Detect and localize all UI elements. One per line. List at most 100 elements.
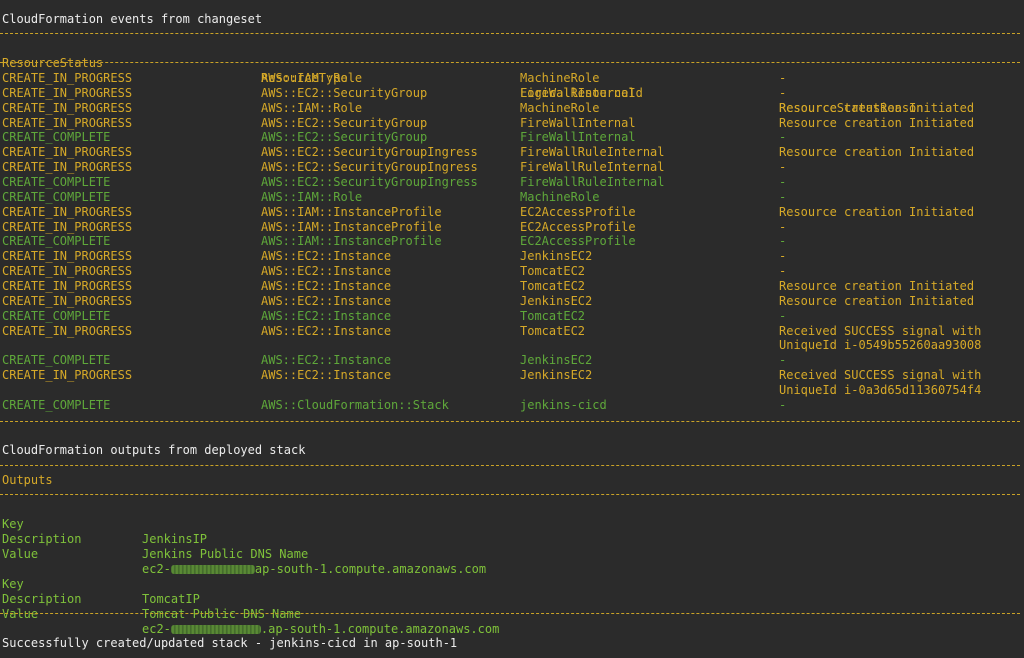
outputs-title: CloudFormation outputs from deployed sta… — [2, 443, 306, 457]
table-row: CREATE_IN_PROGRESS AWS::IAM::InstanceProf… — [2, 220, 1020, 235]
output-key-row: Key TomcatIP — [2, 562, 1020, 606]
table-row: CREATE_COMPLETE AWS::EC2::SecurityGroupIn… — [2, 175, 1020, 190]
cell-resource-type: AWS::IAM::InstanceProfile — [261, 234, 442, 249]
cell-resource-type: AWS::EC2::Instance — [261, 249, 392, 264]
cell-resource-status: CREATE_IN_PROGRESS — [2, 115, 133, 130]
table-row: CREATE_COMPLETE AWS::EC2::Instance Jenkins… — [2, 353, 1020, 368]
cell-status-reason: - — [779, 397, 787, 412]
cell-resource-status: CREATE_COMPLETE — [2, 397, 111, 412]
cell-resource-type: AWS::EC2::SecurityGroup — [261, 115, 428, 130]
cell-status-reason: Resource creation Initiated — [779, 278, 975, 293]
output-value: ec2- .ap-south-1.compute.amazonaws.com — [142, 622, 499, 637]
table-row: CREATE_IN_PROGRESS AWS::EC2::Instance Tomc… — [2, 264, 1020, 279]
cell-status-reason: - — [779, 85, 787, 100]
table-row: CREATE_COMPLETE AWS::IAM::Role MachineRole… — [2, 190, 1020, 205]
cell-resource-type: AWS::EC2::Instance — [261, 368, 392, 382]
output-value-label: Value — [2, 547, 39, 561]
table-row: CREATE_IN_PROGRESS AWS::EC2::Instance Jenk… — [2, 368, 1020, 383]
cell-resource-type: AWS::EC2::SecurityGroupIngress — [261, 160, 478, 175]
cell-status-reason: Received SUCCESS signal with — [779, 323, 982, 338]
cell-logical-resource-id: JenkinsEC2 — [520, 293, 593, 308]
cell-status-reason: - — [779, 234, 787, 249]
cell-status-reason: - — [779, 264, 787, 278]
cell-resource-status: CREATE_IN_PROGRESS — [2, 264, 133, 278]
cell-logical-resource-id: jenkins-cicd — [520, 397, 607, 412]
table-row: CREATE_IN_PROGRESS AWS::EC2::Instance Tomc… — [2, 279, 1020, 294]
table-row-continuation: UniqueId i-0a3d65d11360754f4 — [2, 383, 1020, 398]
table-row: CREATE_IN_PROGRESS AWS::EC2::Instance Jenk… — [2, 294, 1020, 309]
cell-logical-resource-id: JenkinsEC2 — [520, 249, 593, 264]
cell-resource-type: AWS::EC2::Instance — [261, 353, 392, 368]
table-row: CREATE_IN_PROGRESS AWS::EC2::Instance Jenk… — [2, 249, 1020, 264]
cell-resource-status: CREATE_IN_PROGRESS — [2, 249, 133, 264]
cell-resource-type: AWS::IAM::Role — [261, 100, 363, 115]
cell-resource-status: CREATE_IN_PROGRESS — [2, 100, 133, 115]
cell-resource-status: CREATE_COMPLETE — [2, 234, 111, 249]
events-header-row: ResourceStatus ResourceType LogicalResou… — [2, 41, 1020, 115]
cell-resource-status: CREATE_COMPLETE — [2, 308, 111, 323]
output-value-label: Value — [2, 607, 39, 621]
outputs-header: Outputs — [2, 473, 53, 487]
cell-logical-resource-id: FireWallInternal — [520, 115, 636, 130]
cell-status-reason: Resource creation Initiated — [779, 293, 975, 308]
cell-status-reason: - — [779, 130, 787, 145]
cell-logical-resource-id: MachineRole — [520, 100, 600, 115]
cell-resource-status: CREATE_COMPLETE — [2, 130, 111, 145]
table-row: CREATE_IN_PROGRESS AWS::EC2::SecurityGrou… — [2, 116, 1020, 131]
dashed-divider — [0, 33, 1020, 34]
redacted-ip — [170, 625, 261, 634]
cell-logical-resource-id: TomcatEC2 — [520, 308, 586, 323]
dashed-divider — [0, 494, 1020, 495]
cell-status-reason: - — [779, 249, 787, 264]
cell-resource-type: AWS::EC2::SecurityGroupIngress — [261, 174, 478, 189]
cell-resource-type: AWS::IAM::Role — [261, 189, 363, 204]
cell-logical-resource-id: FireWallInternal — [520, 85, 636, 100]
cell-resource-status: CREATE_IN_PROGRESS — [2, 204, 133, 219]
cell-status-reason: - — [779, 308, 787, 323]
cell-resource-status: CREATE_COMPLETE — [2, 189, 111, 204]
cell-resource-type: AWS::EC2::Instance — [261, 264, 392, 278]
output-key-row: Key JenkinsIP — [2, 502, 1020, 546]
cell-resource-type: AWS::IAM::InstanceProfile — [261, 204, 442, 219]
table-row: CREATE_COMPLETE AWS::EC2::SecurityGroup Fi… — [2, 130, 1020, 145]
dashed-divider — [0, 421, 1020, 422]
output-value-row: Value ec2- .ap-south-1.compute.amazonaws.… — [2, 592, 1020, 636]
cell-logical-resource-id: TomcatEC2 — [520, 264, 586, 278]
dashed-divider — [0, 465, 1020, 466]
output-value-prefix: ec2- — [142, 622, 171, 636]
cell-status-reason: Resource creation Initiated — [779, 100, 975, 115]
cell-resource-status: CREATE_IN_PROGRESS — [2, 219, 133, 234]
table-row-continuation: UniqueId i-0549b55260aa93008 — [2, 338, 1020, 353]
cell-logical-resource-id: FireWallRuleInternal — [520, 160, 665, 175]
cell-logical-resource-id: JenkinsEC2 — [520, 353, 593, 368]
cell-status-reason: - — [779, 71, 787, 85]
cell-logical-resource-id: TomcatEC2 — [520, 278, 586, 293]
cell-resource-type: AWS::EC2::Instance — [261, 278, 392, 293]
table-row: CREATE_COMPLETE AWS::IAM::InstanceProfile… — [2, 234, 1020, 249]
cell-status-reason: - — [779, 219, 787, 234]
cell-resource-type: AWS::EC2::SecurityGroup — [261, 85, 428, 100]
output-value-suffix: .ap-south-1.compute.amazonaws.com — [260, 622, 500, 636]
cell-logical-resource-id: EC2AccessProfile — [520, 204, 636, 219]
cell-resource-type: AWS::IAM::Role — [261, 71, 363, 85]
cell-logical-resource-id: FireWallRuleInternal — [520, 145, 665, 160]
cell-logical-resource-id: FireWallRuleInternal — [520, 174, 665, 189]
cell-status-reason: Resource creation Initiated — [779, 204, 975, 219]
table-row: CREATE_IN_PROGRESS AWS::EC2::Instance Tomc… — [2, 324, 1020, 339]
cell-status-reason: - — [779, 174, 787, 189]
cell-resource-type: AWS::IAM::InstanceProfile — [261, 219, 442, 234]
table-row: CREATE_IN_PROGRESS AWS::EC2::SecurityGrou… — [2, 160, 1020, 175]
cell-resource-status: CREATE_IN_PROGRESS — [2, 368, 133, 382]
cell-resource-status: CREATE_IN_PROGRESS — [2, 323, 133, 338]
cell-resource-status: CREATE_IN_PROGRESS — [2, 160, 133, 175]
cell-logical-resource-id: FireWallInternal — [520, 130, 636, 145]
output-description-row: Description Tomcat Public DNS Name — [2, 577, 1020, 621]
terminal-window: CloudFormation events from changeset Res… — [0, 0, 1024, 658]
cell-resource-type: AWS::EC2::SecurityGroup — [261, 130, 428, 145]
cell-resource-status: CREATE_IN_PROGRESS — [2, 278, 133, 293]
cell-resource-status: CREATE_IN_PROGRESS — [2, 145, 133, 160]
output-description-value: Jenkins Public DNS Name — [142, 547, 309, 561]
cell-logical-resource-id: MachineRole — [520, 71, 600, 85]
table-row: CREATE_COMPLETE AWS::EC2::Instance TomcatE… — [2, 309, 1020, 324]
cell-logical-resource-id: EC2AccessProfile — [520, 219, 636, 234]
